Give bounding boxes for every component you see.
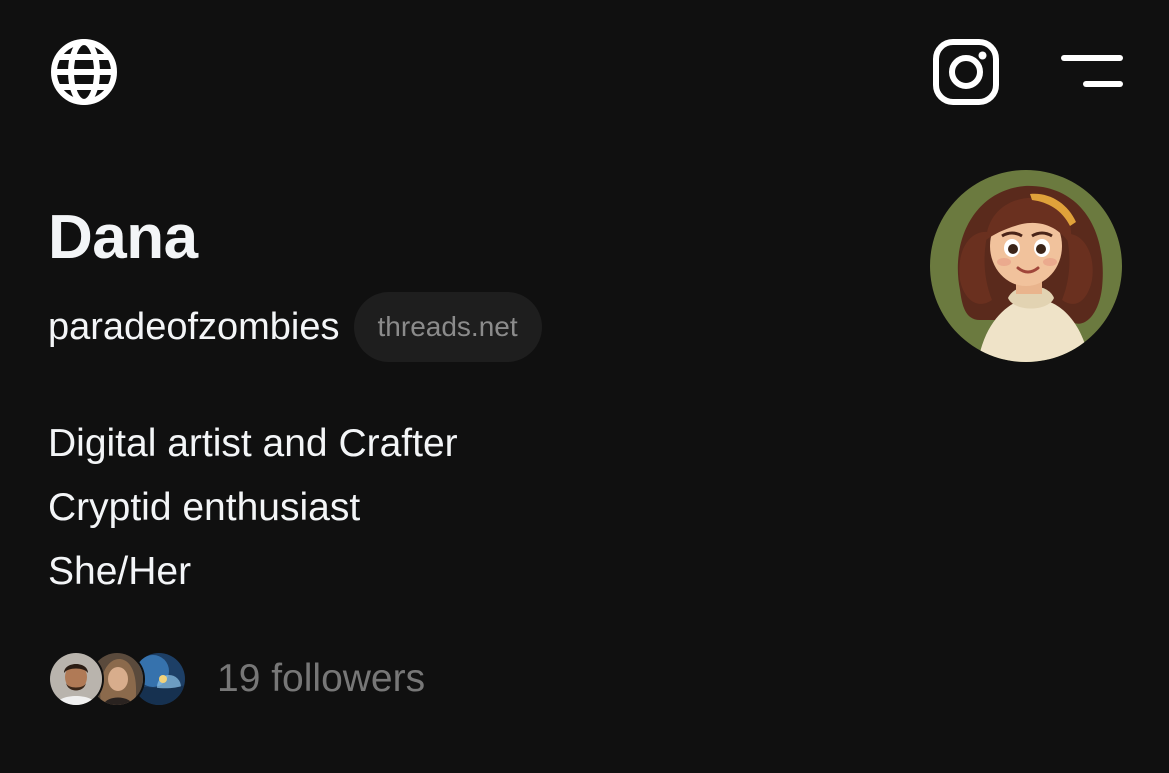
profile-bio: Digital artist and Crafter Cryptid enthu… (48, 412, 458, 604)
follower-avatar (48, 651, 104, 707)
menu-icon[interactable] (1060, 52, 1124, 92)
bio-line: Digital artist and Crafter (48, 422, 458, 465)
follower-avatars (48, 650, 188, 708)
instagram-icon[interactable] (932, 38, 1000, 106)
bio-line: She/Her (48, 550, 192, 593)
followers-row[interactable]: 19 followers (48, 650, 425, 708)
avatar[interactable] (930, 170, 1122, 362)
globe-icon[interactable] (50, 38, 118, 106)
handle-row: paradeofzombies threads.net (48, 292, 542, 362)
domain-badge[interactable]: threads.net (353, 292, 542, 362)
avatar-illustration (930, 170, 1122, 362)
profile-name: Dana (48, 203, 198, 272)
followers-count[interactable]: 19 followers (217, 657, 425, 701)
bio-line: Cryptid enthusiast (48, 486, 361, 529)
profile-handle: paradeofzombies (48, 306, 340, 348)
